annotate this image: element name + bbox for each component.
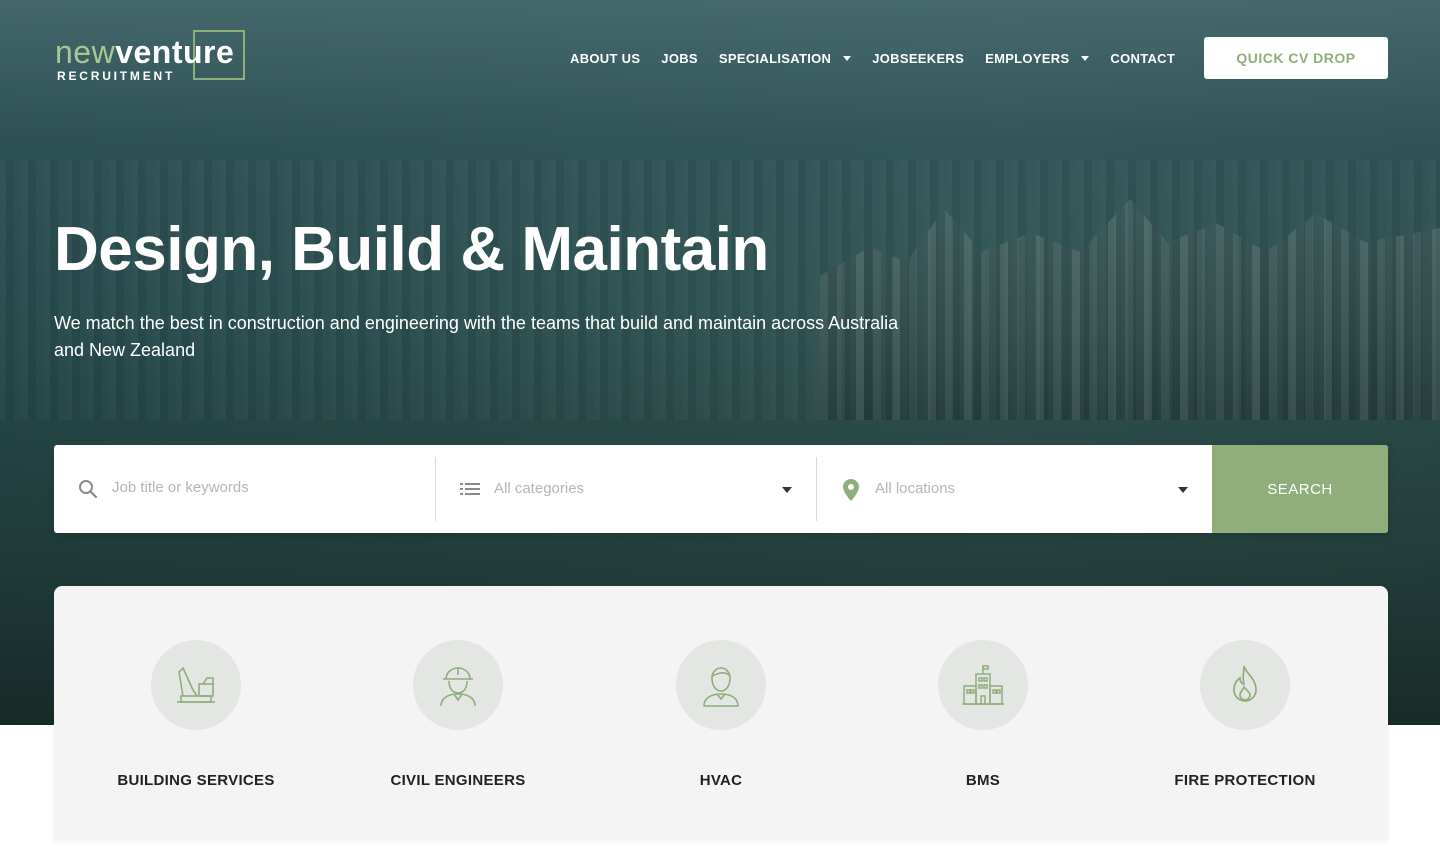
category-civil-engineers[interactable]: CIVIL ENGINEERS [328, 586, 588, 840]
category-icon-circle [676, 640, 766, 730]
category-bms[interactable]: BMS [853, 586, 1113, 840]
category-select-value: All categories [494, 480, 585, 497]
nav-jobseekers-label: JOBSEEKERS [872, 50, 965, 66]
logo-subtitle: RECRUITMENT [57, 69, 176, 83]
location-select[interactable]: All locations [816, 457, 1212, 521]
nav-jobseekers[interactable]: JOBSEEKERS [872, 51, 964, 66]
category-building-services[interactable]: BUILDING SERVICES [66, 586, 326, 840]
category-label: BUILDING SERVICES [117, 772, 275, 789]
nav-employers-label: EMPLOYERS [985, 50, 1070, 66]
person-icon [703, 667, 739, 707]
nav-jobs[interactable]: JOBS [661, 51, 698, 66]
chevron-down-icon [782, 487, 792, 493]
category-icon-circle [1200, 640, 1290, 730]
page-subtitle: We match the best in construction and en… [54, 313, 899, 360]
flame-icon [1233, 665, 1257, 702]
category-label: BMS [965, 772, 1001, 789]
logo-new: new [55, 34, 116, 70]
category-select[interactable]: All categories [435, 457, 816, 521]
location-select-value: All locations [875, 480, 956, 497]
chevron-down-icon [1081, 55, 1090, 61]
category-label: FIRE PROTECTION [1174, 772, 1316, 789]
chevron-down-icon [1178, 487, 1188, 493]
chevron-down-icon [843, 55, 852, 61]
nav-about-us[interactable]: ABOUT US [570, 51, 640, 66]
nav-about-us-label: ABOUT US [570, 50, 641, 66]
map-pin-icon [843, 479, 859, 506]
quick-cv-drop-button[interactable]: QUICK CV DROP [1204, 37, 1388, 79]
list-icon [460, 481, 480, 502]
crane-icon [177, 666, 215, 703]
logo-wordmark: newventure [55, 34, 234, 70]
nav-specialisation[interactable]: SPECIALISATION [718, 50, 852, 66]
buildings-icon [962, 665, 1004, 705]
category-icon-circle [151, 640, 241, 730]
hard-hat-worker-icon [440, 667, 476, 707]
job-search-bar: All categories All locations SEARCH [54, 445, 1388, 533]
nav-jobs-label: JOBS [661, 50, 698, 66]
category-hvac[interactable]: HVAC [591, 586, 851, 840]
nav-specialisation-label: SPECIALISATION [718, 50, 832, 66]
search-button[interactable]: SEARCH [1212, 445, 1388, 533]
logo-venture: venture [115, 34, 235, 70]
main-nav: ABOUT US JOBS SPECIALISATION JOBSEEKERS … [570, 48, 1175, 68]
category-fire-protection[interactable]: FIRE PROTECTION [1115, 586, 1375, 840]
category-label: CIVIL ENGINEERS [390, 772, 526, 789]
page-title: Design, Build & Maintain [54, 215, 769, 284]
nav-contact-label: CONTACT [1110, 50, 1176, 66]
nav-contact[interactable]: CONTACT [1110, 51, 1175, 66]
keywords-field [54, 445, 435, 533]
category-icon-circle [413, 640, 503, 730]
nav-employers[interactable]: EMPLOYERS [985, 50, 1090, 66]
category-label: HVAC [699, 772, 743, 789]
keywords-input[interactable] [112, 479, 412, 496]
category-icon-circle [938, 640, 1028, 730]
logo[interactable]: newventure RECRUITMENT [55, 30, 245, 83]
specialisation-cards: BUILDING SERVICES CIVIL ENGINEERS HVAC B… [54, 586, 1388, 840]
search-icon [78, 479, 98, 504]
